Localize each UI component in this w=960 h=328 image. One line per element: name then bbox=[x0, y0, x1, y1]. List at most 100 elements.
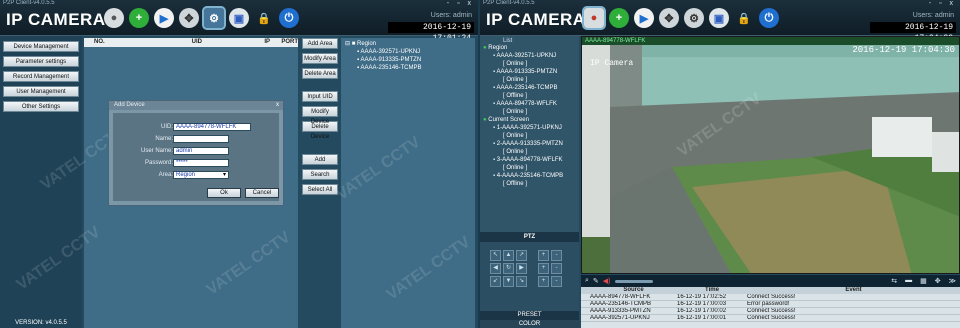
lock-icon[interactable]: 🔒 bbox=[734, 8, 754, 28]
tree-device[interactable]: ▪ AAAA-913335-PMTZN bbox=[483, 68, 576, 76]
area-select[interactable]: Region ▾ bbox=[173, 171, 229, 179]
ptz-toggle-icon[interactable]: ✥ bbox=[935, 277, 941, 285]
uid-field[interactable]: AAAA-894778-WFLFK bbox=[173, 123, 251, 131]
tree-group[interactable]: ● Current Screen bbox=[483, 116, 576, 124]
record-icon[interactable]: ⇆ bbox=[891, 277, 897, 285]
playback-icon[interactable]: ▶ bbox=[154, 8, 174, 28]
grid-layout-icon[interactable]: ▦ bbox=[920, 277, 927, 285]
modify-device-button[interactable]: Modify Device bbox=[302, 106, 338, 125]
tree-item[interactable]: ▪ AAAA-392571-UPKNJ bbox=[345, 48, 471, 56]
area-tree[interactable]: ⊟ ■ Region ▪ AAAA-392571-UPKNJ ▪ AAAA-91… bbox=[341, 38, 475, 328]
ptz-auto-button[interactable]: ↻ bbox=[503, 263, 514, 274]
modify-area-button[interactable]: Modify Area bbox=[302, 53, 338, 64]
log-row[interactable]: AAAA-913335-PMTZN 16-12-19 17:00:02 Connec… bbox=[581, 308, 960, 315]
close-icon[interactable]: x bbox=[276, 101, 279, 110]
collapse-icon[interactable]: ≫ bbox=[949, 277, 956, 285]
ptz-down-right-button[interactable]: ↘ bbox=[516, 276, 527, 287]
username-field[interactable]: admin bbox=[173, 147, 229, 155]
device-list-panel[interactable]: List ● Region ▪ AAAA-392571-UPKNJ[ Online… bbox=[480, 36, 579, 232]
log-row[interactable]: AAAA-392571-UPKNJ 16-12-19 17:00:01 Connec… bbox=[581, 315, 960, 322]
ptz-icon[interactable]: ✥ bbox=[179, 8, 199, 28]
ptz-left-button[interactable]: ◀ bbox=[490, 263, 501, 274]
delete-device-button[interactable]: Delete Device bbox=[302, 121, 338, 140]
power-icon[interactable]: ⏻ bbox=[279, 8, 299, 28]
ptz-up-button[interactable]: ▲ bbox=[503, 250, 514, 261]
settings-gear-icon[interactable]: ⚙ bbox=[202, 6, 226, 30]
tree-device[interactable]: ▪ 4-AAAA-235146-TCMPB bbox=[483, 172, 576, 180]
tree-device[interactable]: ▪ AAAA-894778-WFLFK bbox=[483, 100, 576, 108]
camera-feed-image: VATEL CCTV bbox=[582, 37, 959, 273]
other-settings-button[interactable]: Other Settings bbox=[3, 101, 79, 112]
lock-icon[interactable]: 🔒 bbox=[254, 8, 274, 28]
iris-in-button[interactable]: + bbox=[538, 276, 549, 287]
name-field[interactable] bbox=[173, 135, 229, 143]
ptz-up-left-button[interactable]: ↖ bbox=[490, 250, 501, 261]
tree-group[interactable]: ● Region bbox=[483, 44, 576, 52]
search-button[interactable]: Search bbox=[302, 169, 338, 180]
tree-device[interactable]: ▪ 1-AAAA-392571-UPKNJ bbox=[483, 124, 576, 132]
ptz-down-left-button[interactable]: ↙ bbox=[490, 276, 501, 287]
zoom-in-button[interactable]: + bbox=[538, 250, 549, 261]
input-uid-button[interactable]: Input UID bbox=[302, 91, 338, 102]
volume-slider[interactable] bbox=[614, 279, 653, 283]
device-management-button[interactable]: Device Management bbox=[3, 41, 79, 52]
user-management-button[interactable]: User Management bbox=[3, 86, 79, 97]
delete-area-button[interactable]: Delete Area bbox=[302, 68, 338, 79]
tree-device[interactable]: ▪ AAAA-235146-TCMPB bbox=[483, 84, 576, 92]
playback-icon[interactable]: ▶ bbox=[634, 8, 654, 28]
add-icon[interactable]: + bbox=[129, 8, 149, 28]
preset-section[interactable]: PRESET bbox=[480, 311, 579, 320]
log-time: 16-12-19 17:00:03 bbox=[677, 301, 727, 307]
snapshot-icon[interactable]: ▬ bbox=[905, 277, 912, 285]
color-section[interactable]: COLOR bbox=[480, 320, 579, 328]
ptz-lens-controls: + - + - + - bbox=[538, 250, 562, 287]
focus-out-button[interactable]: - bbox=[551, 263, 562, 274]
tree-device[interactable]: ▪ AAAA-392571-UPKNJ bbox=[483, 52, 576, 60]
lock-screen-icon[interactable]: ▣ bbox=[709, 8, 729, 28]
tree-label: AAAA-235146-TCMPB bbox=[496, 85, 558, 91]
ptz-up-right-button[interactable]: ↗ bbox=[516, 250, 527, 261]
tree-status: [ Online ] bbox=[483, 108, 576, 116]
tree-status: [ Offline ] bbox=[483, 180, 576, 188]
focus-in-button[interactable]: + bbox=[538, 263, 549, 274]
lock-screen-icon[interactable]: ▣ bbox=[229, 8, 249, 28]
camera-icon[interactable]: ● bbox=[104, 8, 124, 28]
area-label: Area: bbox=[158, 172, 173, 178]
parameter-settings-button[interactable]: Parameter settings bbox=[3, 56, 79, 67]
select-all-button[interactable]: Select All bbox=[302, 184, 338, 195]
search-icon[interactable]: ⌕ bbox=[585, 277, 589, 285]
ok-button[interactable]: Ok bbox=[207, 188, 241, 198]
add-area-button[interactable]: Add Area bbox=[302, 38, 338, 49]
ptz-icon[interactable]: ✥ bbox=[659, 8, 679, 28]
add-icon[interactable]: + bbox=[609, 8, 629, 28]
ptz-down-button[interactable]: ▼ bbox=[503, 276, 514, 287]
camera-icon[interactable]: ● bbox=[582, 6, 606, 30]
settings-gear-icon[interactable]: ⚙ bbox=[684, 8, 704, 28]
device-tree[interactable]: ● Region ▪ AAAA-392571-UPKNJ[ Online ] ▪ A… bbox=[483, 44, 576, 188]
ptz-right-button[interactable]: ▶ bbox=[516, 263, 527, 274]
log-row[interactable]: AAAA-235146-TCMPB 16-12-19 17:00:03 Error … bbox=[581, 301, 960, 308]
window-controls[interactable]: - ▫ x bbox=[929, 0, 956, 7]
iris-out-button[interactable]: - bbox=[551, 276, 562, 287]
window-controls[interactable]: - ▫ x bbox=[447, 0, 474, 7]
zoom-out-button[interactable]: - bbox=[551, 250, 562, 261]
dialog-title: Add Device bbox=[114, 102, 145, 108]
tree-root[interactable]: ⊟ ■ Region bbox=[345, 40, 471, 48]
speaker-icon[interactable]: ◀) bbox=[603, 277, 611, 285]
power-icon[interactable]: ⏻ bbox=[759, 8, 779, 28]
cancel-button[interactable]: Cancel bbox=[245, 188, 279, 198]
area-row: Area: Region ▾ bbox=[113, 171, 281, 180]
add-button[interactable]: Add bbox=[302, 154, 338, 165]
tree-status: [ Online ] bbox=[483, 76, 576, 84]
tree-device[interactable]: ▪ 3-AAAA-894778-WFLFK bbox=[483, 156, 576, 164]
tree-item[interactable]: ▪ AAAA-235146-TCMPB bbox=[345, 64, 471, 72]
log-row[interactable]: AAAA-894778-WFLFK 16-12-19 17:02:52 Connec… bbox=[581, 294, 960, 301]
tree-device[interactable]: ▪ 2-AAAA-913335-PMTZN bbox=[483, 140, 576, 148]
event-log[interactable]: Source Time Event AAAA-894778-WFLFK 16-12… bbox=[581, 287, 960, 328]
video-view[interactable]: VATEL CCTV AAAA-894778-WFLFK 2016-12-19 … bbox=[581, 36, 960, 274]
password-field[interactable]: ***** bbox=[173, 159, 229, 167]
tree-item[interactable]: ▪ AAAA-913335-PMTZN bbox=[345, 56, 471, 64]
record-management-button[interactable]: Record Management bbox=[3, 71, 79, 82]
microphone-icon[interactable]: ✎ bbox=[593, 277, 599, 285]
channel-title: AAAA-894778-WFLFK bbox=[582, 37, 959, 45]
